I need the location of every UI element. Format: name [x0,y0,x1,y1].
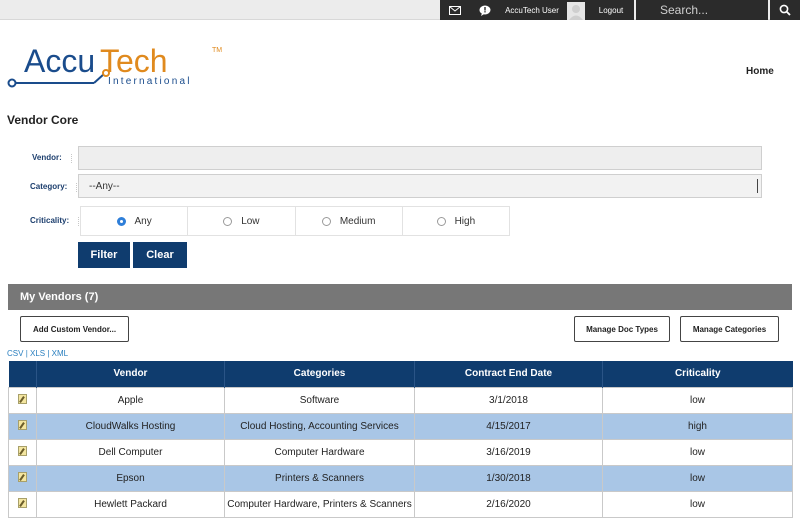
radio-selected-icon[interactable] [116,216,126,226]
column-header-vendor[interactable]: Vendor [36,361,225,387]
categories-cell: Cloud Hosting, Accounting Services [224,412,415,440]
category-label: Category: [30,182,78,192]
table-row[interactable]: Apple Software 3/1/2018 low [8,386,793,414]
vendor-cell[interactable]: Dell Computer [36,438,225,466]
svg-text:International: International [108,76,192,87]
edit-icon[interactable] [18,393,27,404]
end-date-cell: 4/15/2017 [414,412,603,440]
avatar-icon[interactable] [564,0,588,20]
categories-cell: Printers & Scanners [224,464,415,492]
vendor-label: Vendor: [32,153,72,163]
radio-icon[interactable] [321,216,331,226]
category-select[interactable]: --Any-- [78,174,762,198]
manage-doc-types-button[interactable]: Manage Doc Types [574,316,670,342]
table-row[interactable]: Dell Computer Computer Hardware 3/16/201… [8,438,793,466]
radio-icon[interactable] [223,216,233,226]
criticality-option-any[interactable]: Any [81,207,189,235]
user-name[interactable]: AccuTech User [500,0,564,20]
edit-icon[interactable] [18,497,27,508]
edit-icon[interactable] [18,419,27,430]
criticality-option-label: High [454,215,476,227]
criticality-cell: low [602,464,793,492]
criticality-option-high[interactable]: High [403,207,509,235]
categories-cell: Computer Hardware, Printers & Scanners [224,490,415,518]
table-row[interactable]: Epson Printers & Scanners 1/30/2018 low [8,464,793,492]
home-link[interactable]: Home [746,66,774,77]
vendor-cell[interactable]: Hewlett Packard [36,490,225,518]
radio-icon[interactable] [436,216,446,226]
vendors-table: Vendor Categories Contract End Date Crit… [8,361,793,518]
edit-cell[interactable] [8,438,37,466]
vendor-cell[interactable]: Epson [36,464,225,492]
column-header-criticality[interactable]: Criticality [602,361,793,387]
vendor-field[interactable] [78,146,762,170]
my-vendors-header: My Vendors (7) [8,284,792,310]
edit-icon[interactable] [18,445,27,456]
criticality-option-label: Medium [339,215,376,227]
logout-link[interactable]: Logout [588,0,634,20]
end-date-cell: 1/30/2018 [414,464,603,492]
edit-cell[interactable] [8,490,37,518]
edit-cell[interactable] [8,386,37,414]
svg-text:Accu: Accu [24,43,95,79]
criticality-cell: low [602,490,793,518]
end-date-cell: 2/16/2020 [414,490,603,518]
mail-icon[interactable] [440,0,470,20]
add-custom-vendor-button[interactable]: Add Custom Vendor... [20,316,129,342]
svg-text:TM: TM [212,47,222,54]
edit-icon[interactable] [18,471,27,482]
criticality-cell: low [602,386,793,414]
categories-cell: Software [224,386,415,414]
select-caret-icon [755,179,758,193]
vendor-cell[interactable]: CloudWalks Hosting [36,412,225,440]
page-title: Vendor Core [7,113,79,127]
svg-text:Tech: Tech [100,43,168,79]
manage-categories-button[interactable]: Manage Categories [680,316,779,342]
vendor-cell[interactable]: Apple [36,386,225,414]
export-separator: | [47,349,50,358]
edit-cell[interactable] [8,412,37,440]
criticality-option-medium[interactable]: Medium [296,207,403,235]
chat-icon[interactable] [470,0,500,20]
end-date-cell: 3/1/2018 [414,386,603,414]
export-links: CSV | XLS | XML [7,349,68,358]
filter-button[interactable]: Filter [78,242,130,268]
criticality-option-low[interactable]: Low [188,207,296,235]
categories-cell: Computer Hardware [224,438,415,466]
criticality-radio-group: Any Low Medium High [80,206,510,236]
criticality-cell: high [602,412,793,440]
search-input[interactable]: Search... [636,0,768,20]
end-date-cell: 3/16/2019 [414,438,603,466]
column-header-edit [8,361,37,387]
column-header-contract-end-date[interactable]: Contract End Date [414,361,603,387]
table-row[interactable]: Hewlett Packard Computer Hardware, Print… [8,490,793,518]
criticality-label: Criticality: [30,216,80,226]
clear-button[interactable]: Clear [133,242,187,268]
table-header-row: Vendor Categories Contract End Date Crit… [8,361,793,387]
export-xml-link[interactable]: XML [52,349,68,358]
column-header-categories[interactable]: Categories [224,361,415,387]
export-csv-link[interactable]: CSV [7,349,23,358]
accutech-logo[interactable]: Accu Tech TM International [4,38,244,94]
search-icon[interactable] [770,0,800,20]
export-separator: | [25,349,28,358]
table-row[interactable]: CloudWalks Hosting Cloud Hosting, Accoun… [8,412,793,440]
top-bar: AccuTech User Logout Search... [0,0,800,20]
export-xls-link[interactable]: XLS [30,349,45,358]
criticality-cell: low [602,438,793,466]
category-select-value: --Any-- [89,180,120,192]
criticality-option-label: Any [134,215,152,227]
criticality-option-label: Low [241,215,260,227]
edit-cell[interactable] [8,464,37,492]
